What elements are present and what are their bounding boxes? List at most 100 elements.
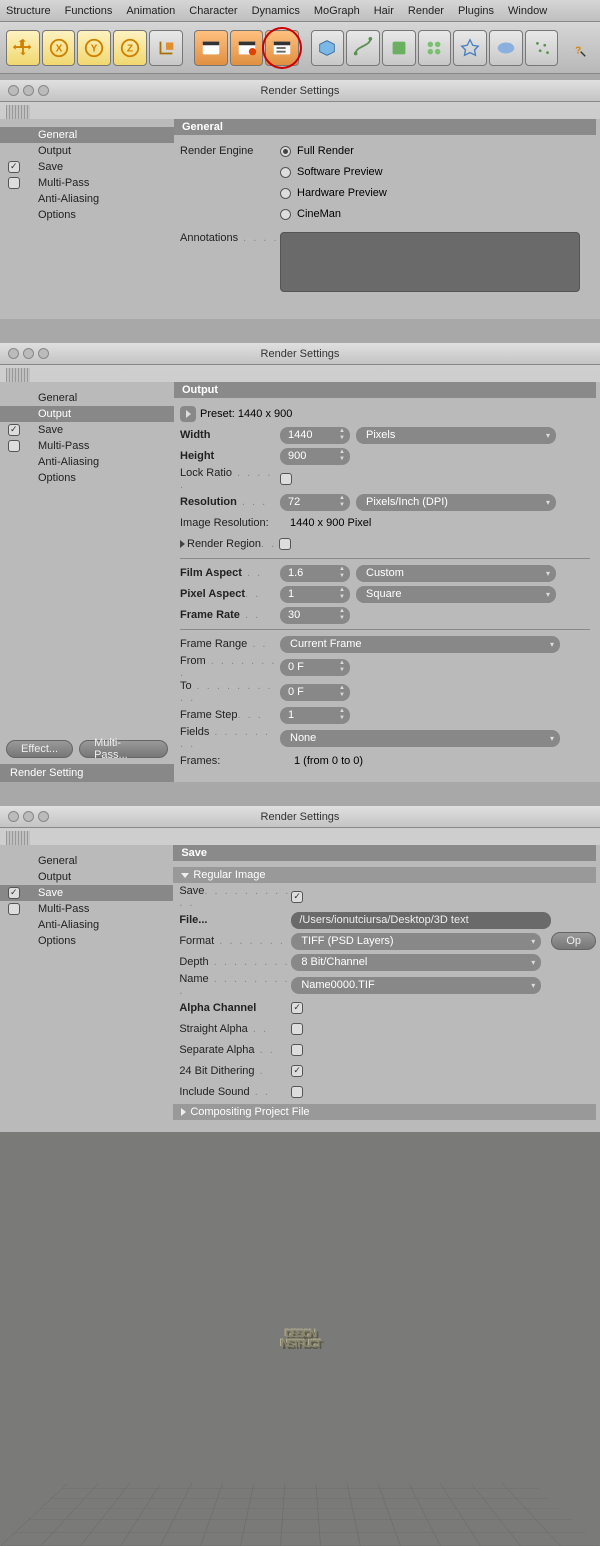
separate-alpha-label: Separate Alpha . . [179, 1044, 291, 1056]
options-button[interactable]: Op [551, 932, 596, 950]
spinner-icon[interactable]: ▲▼ [336, 449, 348, 464]
menu-functions[interactable]: Functions [65, 5, 113, 17]
sidebar-item-output[interactable]: Output [0, 869, 173, 885]
grip-icon[interactable] [6, 831, 30, 845]
multipass-checkbox[interactable] [8, 440, 20, 452]
format-dropdown[interactable]: TIFF (PSD Layers) [291, 933, 541, 950]
file-path-field[interactable]: /Users/ionutciursa/Desktop/3D text [291, 912, 551, 929]
name-dropdown[interactable]: Name0000.TIF [291, 977, 541, 994]
straight-alpha-checkbox[interactable] [291, 1023, 303, 1035]
help-icon[interactable]: ? [560, 30, 594, 66]
expand-icon[interactable] [180, 540, 185, 548]
sidebar-item-options[interactable]: Options [0, 207, 174, 223]
cube-primitive-icon[interactable] [311, 30, 345, 66]
environment-icon[interactable] [489, 30, 523, 66]
sidebar-item-options[interactable]: Options [0, 470, 174, 486]
annotations-textbox[interactable] [280, 232, 580, 292]
radio-software-preview[interactable] [280, 167, 291, 178]
y-axis-tool-icon[interactable]: Y [77, 30, 111, 66]
radio-hardware-preview[interactable] [280, 188, 291, 199]
menu-structure[interactable]: Structure [6, 5, 51, 17]
sidebar-item-output[interactable]: Output [0, 406, 174, 422]
save-enable-checkbox[interactable] [291, 891, 303, 903]
sidebar-item-antialiasing[interactable]: Anti-Aliasing [0, 917, 173, 933]
sidebar-item-save[interactable]: Save [0, 422, 174, 438]
sidebar-item-multipass[interactable]: Multi-Pass [0, 175, 174, 191]
render-viewport[interactable]: DESIGN INSTRUCT [0, 1132, 600, 1546]
sidebar-item-multipass[interactable]: Multi-Pass [0, 438, 174, 454]
spinner-icon[interactable]: ▲▼ [336, 587, 348, 602]
sidebar-item-antialiasing[interactable]: Anti-Aliasing [0, 191, 174, 207]
spinner-icon[interactable]: ▲▼ [336, 685, 348, 700]
radio-label: Hardware Preview [297, 187, 387, 199]
spinner-icon[interactable]: ▲▼ [336, 608, 348, 623]
sidebar-item-multipass[interactable]: Multi-Pass [0, 901, 173, 917]
multipass-checkbox[interactable] [8, 903, 20, 915]
alpha-checkbox[interactable] [291, 1002, 303, 1014]
nurbs-icon[interactable] [382, 30, 416, 66]
spinner-icon[interactable]: ▲▼ [336, 708, 348, 723]
grip-icon[interactable] [6, 105, 30, 119]
spline-tool-icon[interactable] [346, 30, 380, 66]
menu-plugins[interactable]: Plugins [458, 5, 494, 17]
width-unit-dropdown[interactable]: Pixels [356, 427, 556, 444]
sidebar-item-antialiasing[interactable]: Anti-Aliasing [0, 454, 174, 470]
settings-sidebar: General Output Save Multi-Pass Anti-Alia… [0, 382, 174, 782]
menu-render[interactable]: Render [408, 5, 444, 17]
spinner-icon[interactable]: ▲▼ [336, 428, 348, 443]
render-view-icon[interactable] [194, 30, 228, 66]
render-settings-icon[interactable] [265, 30, 299, 66]
save-checkbox[interactable] [8, 887, 20, 899]
grip-icon[interactable] [6, 368, 30, 382]
depth-dropdown[interactable]: 8 Bit/Channel [291, 954, 541, 971]
save-checkbox[interactable] [8, 424, 20, 436]
sidebar-item-general[interactable]: General [0, 390, 174, 406]
deformer-icon[interactable] [453, 30, 487, 66]
save-checkbox[interactable] [8, 161, 20, 173]
dithering-checkbox[interactable] [291, 1065, 303, 1077]
film-aspect-dropdown[interactable]: Custom [356, 565, 556, 582]
coord-system-tool-icon[interactable] [149, 30, 183, 66]
spinner-icon[interactable]: ▲▼ [336, 495, 348, 510]
separate-alpha-checkbox[interactable] [291, 1044, 303, 1056]
menubar: Structure Functions Animation Character … [0, 0, 600, 22]
sidebar-item-general[interactable]: General [0, 853, 173, 869]
sidebar-item-options[interactable]: Options [0, 933, 173, 949]
radio-full-render[interactable] [280, 146, 291, 157]
move-tool-icon[interactable] [6, 30, 40, 66]
frame-range-dropdown[interactable]: Current Frame [280, 636, 560, 653]
effect-button[interactable]: Effect... [6, 740, 73, 758]
particle-icon[interactable] [525, 30, 559, 66]
spinner-icon[interactable]: ▲▼ [336, 660, 348, 675]
sidebar-item-save[interactable]: Save [0, 159, 174, 175]
pixel-aspect-dropdown[interactable]: Square [356, 586, 556, 603]
menu-window[interactable]: Window [508, 5, 547, 17]
resolution-unit-dropdown[interactable]: Pixels/Inch (DPI) [356, 494, 556, 511]
spinner-icon[interactable]: ▲▼ [336, 566, 348, 581]
render-region-icon[interactable] [230, 30, 264, 66]
include-sound-checkbox[interactable] [291, 1086, 303, 1098]
multipass-checkbox[interactable] [8, 177, 20, 189]
regular-image-header[interactable]: Regular Image [173, 867, 596, 883]
x-axis-tool-icon[interactable]: X [42, 30, 76, 66]
menu-character[interactable]: Character [189, 5, 237, 17]
sidebar-item-output[interactable]: Output [0, 143, 174, 159]
radio-cineman[interactable] [280, 209, 291, 220]
menu-mograph[interactable]: MoGraph [314, 5, 360, 17]
sidebar-item-save[interactable]: Save [0, 885, 173, 901]
lock-ratio-checkbox[interactable] [280, 473, 292, 485]
compositing-header[interactable]: Compositing Project File [173, 1104, 596, 1120]
array-icon[interactable] [418, 30, 452, 66]
render-settings-window-output: Render Settings General Output Save Mult… [0, 343, 600, 782]
file-label[interactable]: File... [179, 914, 291, 926]
preset-menu-icon[interactable] [180, 406, 196, 422]
save-panel: Save Regular Image Save. . . . . . . . .… [173, 845, 600, 1132]
fields-dropdown[interactable]: None [280, 730, 560, 747]
menu-dynamics[interactable]: Dynamics [252, 5, 300, 17]
menu-hair[interactable]: Hair [374, 5, 394, 17]
z-axis-tool-icon[interactable]: Z [113, 30, 147, 66]
sidebar-item-general[interactable]: General [0, 127, 174, 143]
render-region-checkbox[interactable] [279, 538, 291, 550]
menu-animation[interactable]: Animation [126, 5, 175, 17]
multipass-button[interactable]: Multi-Pass... [79, 740, 168, 758]
